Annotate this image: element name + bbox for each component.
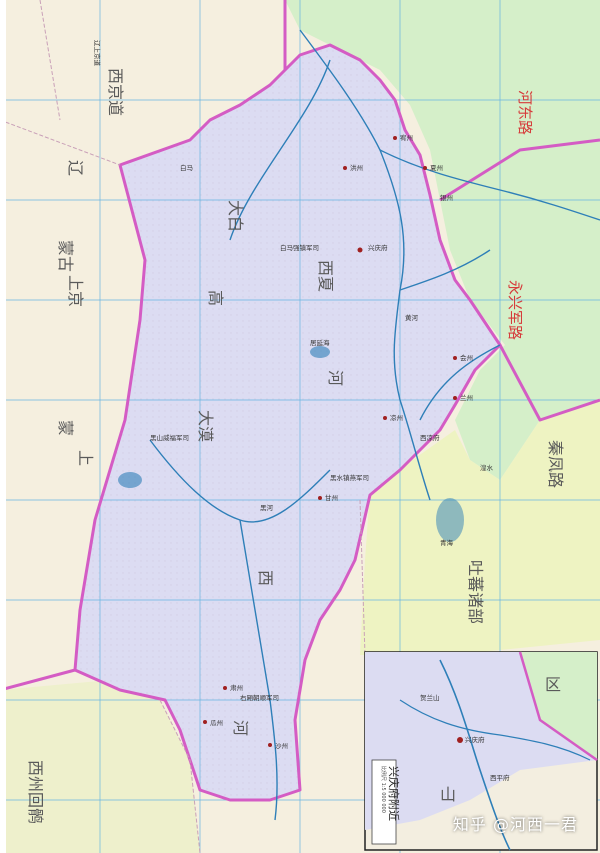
place-yinzhou: 银州: [440, 193, 453, 202]
label-meng: 蒙: [56, 420, 75, 436]
inset-scale: 比例尺 1:5 000 000: [380, 766, 387, 813]
label-qinfeng: 秦凤路: [546, 440, 565, 488]
place-black-river: 黑河: [260, 504, 274, 512]
lake-juyan: [310, 346, 330, 358]
place-shazhou: 沙州: [275, 742, 288, 750]
watermark: 知乎 @河西一君: [452, 815, 578, 834]
label-yongxing: 永兴军路: [506, 280, 524, 340]
inset-xingqing: 兴庆府: [465, 735, 485, 744]
margin-strip: [0, 0, 6, 853]
inset-helan: 贺兰山: [420, 693, 440, 702]
place-baima: 白马强镇军司: [280, 243, 319, 252]
place-guazhou: 瓜州: [210, 719, 223, 727]
label-xixia-gao: 高: [206, 290, 225, 306]
label-hexi: 河: [231, 720, 250, 736]
label-liao: 辽: [66, 160, 85, 176]
place-youxiang: 右厢朝顺军司: [240, 693, 279, 702]
label-menggu: 蒙古: [56, 240, 75, 272]
lake-west: [118, 472, 142, 488]
place-baima-2: 白马: [180, 163, 193, 172]
label-shang: 上: [76, 450, 95, 466]
place-xiazhou: 夏州: [430, 164, 443, 172]
label-tubo: 吐蕃诸部: [466, 560, 485, 624]
place-youzhou: 宥州: [400, 133, 413, 142]
place-liangzhou: 凉州: [390, 413, 403, 422]
map-svg: 辽上京道 西京道 辽 蒙古 上京 蒙 上 河东路 永兴军路 秦凤路 吐蕃诸部 大…: [0, 0, 600, 853]
label-xixia-guo: 西夏: [316, 260, 335, 292]
inset-qu: 区: [545, 675, 561, 694]
label-xi: 西: [256, 570, 275, 586]
label-xizhou: 西州回鹘: [26, 760, 45, 824]
place-huanghe: 黄河: [405, 313, 419, 322]
place-qinghai: 青海: [440, 538, 454, 547]
place-lanzhou: 兰州: [460, 393, 473, 402]
inset-shan: 山: [440, 785, 456, 804]
place-huangshui: 湟水: [480, 463, 494, 472]
label-xixia-a: 大白: [226, 200, 245, 232]
place-huizhou: 会州: [460, 353, 473, 362]
label-liao-shang-jing-dao: 辽上京道: [93, 40, 102, 67]
place-ganzhou: 甘州: [325, 493, 338, 502]
map-canvas: 辽上京道 西京道 辽 蒙古 上京 蒙 上 河东路 永兴军路 秦凤路 吐蕃诸部 大…: [0, 0, 600, 853]
label-hedong-lu: 河东路: [516, 90, 534, 135]
place-xingqing: 兴庆府: [368, 243, 388, 252]
place-heishan: 黑山威福军司: [150, 433, 189, 442]
label-xixia-he: 河: [326, 370, 345, 386]
place-xiliang: 西凉府: [420, 433, 440, 442]
place-hongzhou: 洪州: [350, 163, 363, 172]
lake-qinghai: [436, 498, 464, 542]
inset-title: 兴庆府附近: [387, 766, 401, 821]
place-juyan: 居延海: [310, 338, 330, 347]
label-xi-jing: 西京道: [106, 68, 125, 116]
inset-xiping: 西平府: [490, 773, 510, 782]
label-da-mo: 大漠: [196, 410, 215, 442]
place-suzhou: 肃州: [230, 683, 243, 692]
place-heishui: 黑水镇燕军司: [330, 473, 369, 482]
label-shang-jing: 上京: [66, 275, 85, 307]
